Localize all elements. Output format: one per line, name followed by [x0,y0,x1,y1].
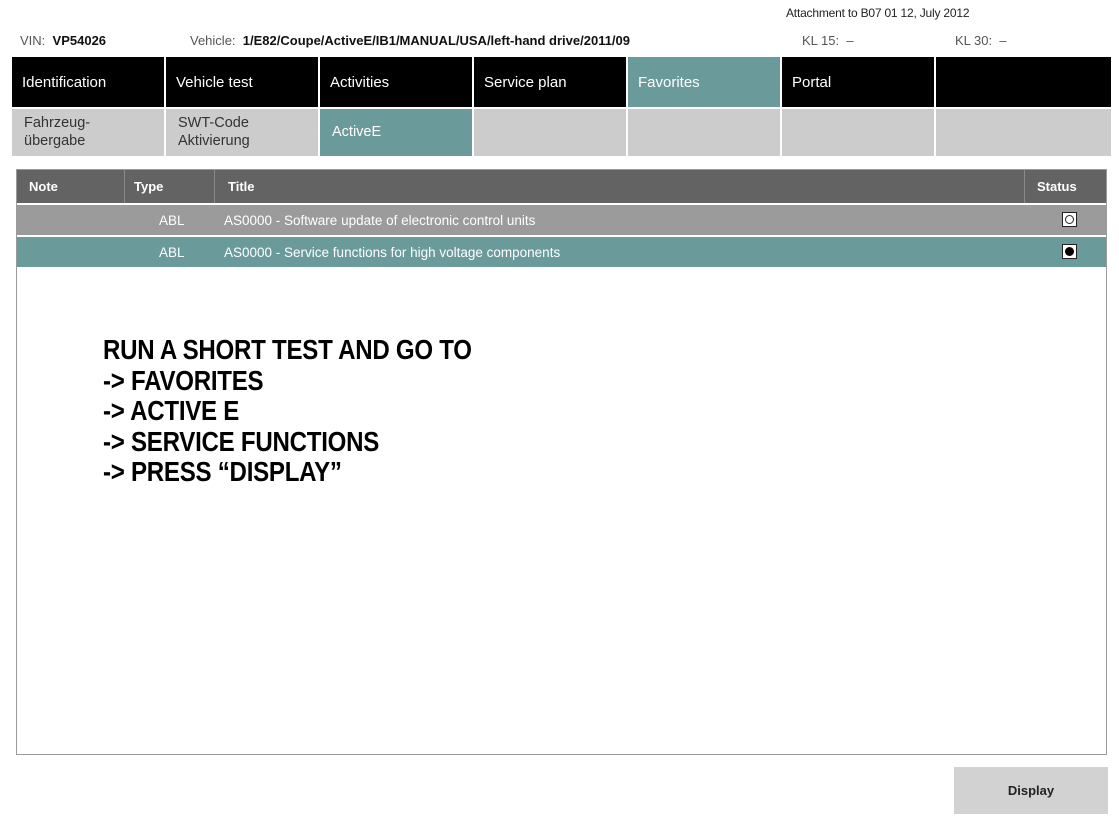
column-divider [214,170,215,203]
vin-field: VIN: VP54026 [20,33,106,48]
subtab-label-line2: übergabe [24,133,86,149]
kl30-field: KL 30: – [955,33,1007,48]
main-tab-bar: Identification Vehicle test Activities S… [12,57,1111,107]
tab-activities[interactable]: Activities [320,57,474,107]
instruction-line: -> FAVORITES [103,364,264,396]
subtab-activee[interactable]: ActiveE [320,109,474,156]
status-radio-button[interactable] [1062,244,1077,259]
table-row[interactable]: ABL AS0000 - Software update of electron… [17,205,1106,235]
row-type: ABL [159,245,185,260]
instruction-line: -> SERVICE FUNCTIONS [103,425,380,457]
row-type: ABL [159,213,185,228]
tab-vehicle-test[interactable]: Vehicle test [166,57,320,107]
table-row-selected[interactable]: ABL AS0000 - Service functions for high … [17,237,1106,267]
vehicle-value: 1/E82/Coupe/ActiveE/IB1/MANUAL/USA/left-… [242,33,631,48]
tab-identification[interactable]: Identification [12,57,166,107]
service-functions-panel: Note Type Title Status ABL AS0000 - Soft… [16,169,1107,755]
instruction-line: RUN A SHORT TEST AND GO TO [103,334,472,365]
column-header-type[interactable]: Type [134,179,163,194]
radio-selected-icon [1065,247,1074,256]
attachment-note: Attachment to B07 01 12, July 2012 [786,6,970,20]
kl30-value: – [999,33,1007,48]
row-title: AS0000 - Software update of electronic c… [224,213,536,228]
tab-favorites[interactable]: Favorites [628,57,782,107]
column-header-title[interactable]: Title [228,179,255,194]
column-header-status[interactable]: Status [1037,179,1077,194]
subtab-empty [936,109,1111,156]
kl15-field: KL 15: – [802,33,854,48]
kl15-label: KL 15: [802,33,840,48]
row-title: AS0000 - Service functions for high volt… [224,245,561,260]
column-divider [124,170,125,203]
instruction-line: -> ACTIVE E [103,395,240,426]
column-header-note[interactable]: Note [29,179,58,194]
tab-portal[interactable]: Portal [782,57,936,107]
sub-tab-bar: Fahrzeug- übergabe SWT-Code Aktivierung … [12,109,1111,156]
vehicle-label: Vehicle: [190,33,236,48]
subtab-empty [628,109,782,156]
subtab-label-line1: SWT-Code [178,115,249,131]
table-header: Note Type Title Status [17,170,1106,203]
display-button[interactable]: Display [954,767,1108,814]
vehicle-info-bar: VIN: VP54026 Vehicle: 1/E82/Coupe/Active… [0,33,1119,53]
tab-bar-filler [936,57,1111,107]
instruction-overlay: RUN A SHORT TEST AND GO TO -> FAVORITES … [103,334,705,488]
subtab-empty [474,109,628,156]
subtab-label-line1: Fahrzeug- [24,115,91,131]
column-divider [1024,170,1025,203]
radio-unselected-icon [1065,215,1074,224]
subtab-label-line2: Aktivierung [178,133,250,149]
kl30-label: KL 30: [955,33,993,48]
tab-service-plan[interactable]: Service plan [474,57,628,107]
subtab-empty [782,109,936,156]
status-radio-button[interactable] [1062,212,1077,227]
subtab-fahrzeug-uebergabe[interactable]: Fahrzeug- übergabe [12,109,166,156]
vin-value: VP54026 [52,33,107,48]
kl15-value: – [846,33,854,48]
subtab-swt-code-aktivierung[interactable]: SWT-Code Aktivierung [166,109,320,156]
vehicle-field: Vehicle: 1/E82/Coupe/ActiveE/IB1/MANUAL/… [190,33,630,48]
vin-label: VIN: [20,33,46,48]
instruction-line: -> PRESS “DISPLAY” [103,456,342,487]
